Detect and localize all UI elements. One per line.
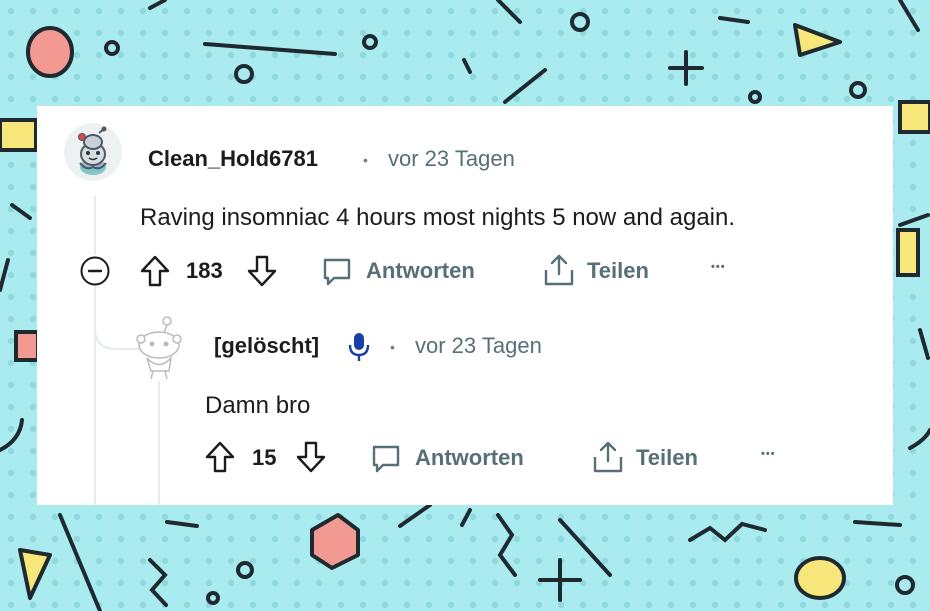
reply-reply-label: Antworten bbox=[415, 445, 524, 470]
reply-username[interactable]: [gelöscht] bbox=[214, 333, 319, 359]
reply-button[interactable]: Antworten bbox=[321, 254, 491, 288]
thread-line-parent-lower bbox=[94, 284, 96, 505]
comment-username[interactable]: Clean_Hold6781 bbox=[148, 146, 318, 172]
thread-line-parent bbox=[94, 196, 96, 255]
share-button[interactable]: Teilen bbox=[542, 252, 682, 288]
comment-thread-card: Clean_Hold6781 • vor 23 Tagen Raving ins… bbox=[37, 106, 893, 505]
reply-timestamp[interactable]: vor 23 Tagen bbox=[415, 333, 542, 359]
thread-line-reply bbox=[158, 381, 160, 505]
reply-reply-button[interactable]: Antworten bbox=[370, 441, 540, 475]
share-icon bbox=[544, 254, 574, 286]
user-avatar[interactable] bbox=[64, 123, 122, 181]
more-options-button[interactable]: ••• bbox=[711, 261, 726, 273]
reply-body: Damn bro bbox=[205, 392, 311, 419]
reply-downvote-button[interactable] bbox=[295, 440, 327, 474]
vote-count: 183 bbox=[186, 258, 223, 283]
reply-vote-count: 15 bbox=[252, 445, 277, 470]
meta-separator: • bbox=[390, 339, 395, 355]
share-label: Teilen bbox=[587, 258, 649, 283]
speech-bubble-icon bbox=[372, 445, 400, 473]
reply-share-label: Teilen bbox=[636, 445, 698, 470]
reply-avatar[interactable] bbox=[129, 313, 185, 380]
reply-more-options-button[interactable]: ••• bbox=[761, 448, 776, 460]
reply-label: Antworten bbox=[366, 258, 475, 283]
downvote-button[interactable] bbox=[246, 254, 278, 288]
arrow-up-icon bbox=[205, 441, 235, 473]
microphone-icon bbox=[348, 331, 370, 363]
reply-share-button[interactable]: Teilen bbox=[591, 439, 731, 475]
arrow-down-icon bbox=[296, 441, 326, 473]
collapse-thread-button[interactable] bbox=[79, 255, 111, 287]
comment-body: Raving insomniac 4 hours most nights 5 n… bbox=[140, 204, 736, 231]
meta-separator: • bbox=[363, 152, 368, 168]
arrow-up-icon bbox=[140, 255, 170, 287]
reply-upvote-button[interactable] bbox=[204, 440, 236, 474]
minus-circle-icon bbox=[80, 256, 110, 286]
comment-timestamp[interactable]: vor 23 Tagen bbox=[388, 146, 515, 172]
share-icon bbox=[593, 441, 623, 473]
speech-bubble-icon bbox=[323, 258, 351, 286]
arrow-down-icon bbox=[247, 255, 277, 287]
upvote-button[interactable] bbox=[139, 254, 171, 288]
